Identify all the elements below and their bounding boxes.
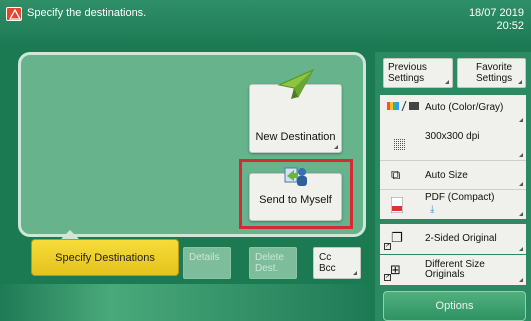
status-bar: Specify the destinations. 18/07 2019 20:… xyxy=(0,0,531,44)
different-size-value: Different Size Originals xyxy=(425,260,485,280)
date: 18/07 2019 xyxy=(468,7,524,19)
corner-arrow-icon xyxy=(353,267,357,275)
resolution-row[interactable]: 300x300 dpi xyxy=(380,126,526,160)
resolution-icon xyxy=(394,139,406,154)
expand-icon: ↗ xyxy=(384,243,391,250)
corner-arrow-icon xyxy=(334,141,338,149)
date-time: 18/07 2019 20:52 xyxy=(469,7,524,33)
delete-label-line1: Delete xyxy=(255,252,284,263)
highlight-box xyxy=(239,159,353,229)
favorite-settings-line1: Favorite xyxy=(476,62,513,73)
different-size-icon: ⊞ xyxy=(390,262,401,277)
file-format-value: PDF (Compact) xyxy=(425,192,495,203)
color-mode-value: Auto (Color/Gray) xyxy=(425,102,504,113)
sided-original-row[interactable]: ❐ 2-Sided Original ↗ xyxy=(380,224,526,254)
corner-arrow-icon xyxy=(518,76,522,84)
corner-arrow-icon xyxy=(519,208,523,216)
time: 20:52 xyxy=(496,20,524,32)
corner-arrow-icon xyxy=(445,76,449,84)
size-value: Auto Size xyxy=(425,170,468,181)
details-button[interactable]: Details xyxy=(183,247,231,279)
color-mode-row[interactable]: Auto (Color/Gray) xyxy=(380,95,526,125)
corner-arrow-icon xyxy=(519,114,523,122)
two-sided-icon: ❐ xyxy=(391,230,403,245)
bottom-bar xyxy=(0,284,370,321)
sided-value: 2-Sided Original xyxy=(425,233,497,244)
different-size-row[interactable]: ⊞ Different Size Originals ↗ xyxy=(380,255,526,285)
different-size-line2: Originals xyxy=(425,269,465,280)
favorite-settings-button[interactable]: Favorite Settings xyxy=(457,58,526,88)
delete-label-line2: Dest. xyxy=(255,263,279,274)
file-format-row[interactable]: PDF (Compact) ⤓ xyxy=(380,190,526,219)
delete-destination-button[interactable]: Delete Dest. xyxy=(249,247,297,279)
options-button[interactable]: Options xyxy=(383,291,526,321)
color-mode-icon xyxy=(387,100,419,114)
details-label: Details xyxy=(189,252,220,263)
previous-settings-button[interactable]: Previous Settings xyxy=(383,58,453,88)
warning-icon xyxy=(6,7,22,21)
favorite-settings-line2: Settings xyxy=(476,73,513,84)
size-row[interactable]: ⧉ Auto Size xyxy=(380,161,526,189)
scan-settings-group: Auto (Color/Gray) 300x300 dpi ⧉ Auto Siz… xyxy=(380,95,526,219)
resolution-value: 300x300 dpi xyxy=(425,131,480,142)
download-icon: ⤓ xyxy=(430,204,435,215)
paper-plane-icon xyxy=(277,68,315,99)
corner-arrow-icon xyxy=(519,243,523,251)
previous-settings-line2: Settings xyxy=(388,73,425,84)
corner-arrow-icon xyxy=(519,149,523,157)
new-destination-label: New Destination xyxy=(255,131,336,143)
cc-label: Cc xyxy=(319,252,332,263)
status-message: Specify the destinations. xyxy=(27,7,147,19)
auto-size-icon: ⧉ xyxy=(391,167,401,182)
new-destination-button[interactable]: New Destination xyxy=(249,68,342,153)
bcc-label: Bcc xyxy=(319,263,336,274)
expand-icon: ↗ xyxy=(384,274,391,281)
previous-settings-line1: Previous xyxy=(388,62,427,73)
pdf-icon xyxy=(390,196,404,216)
cc-bcc-button[interactable]: Cc Bcc xyxy=(313,247,361,279)
corner-arrow-icon xyxy=(519,178,523,186)
corner-arrow-icon xyxy=(519,274,523,282)
specify-destinations-button[interactable]: Specify Destinations xyxy=(31,239,179,276)
